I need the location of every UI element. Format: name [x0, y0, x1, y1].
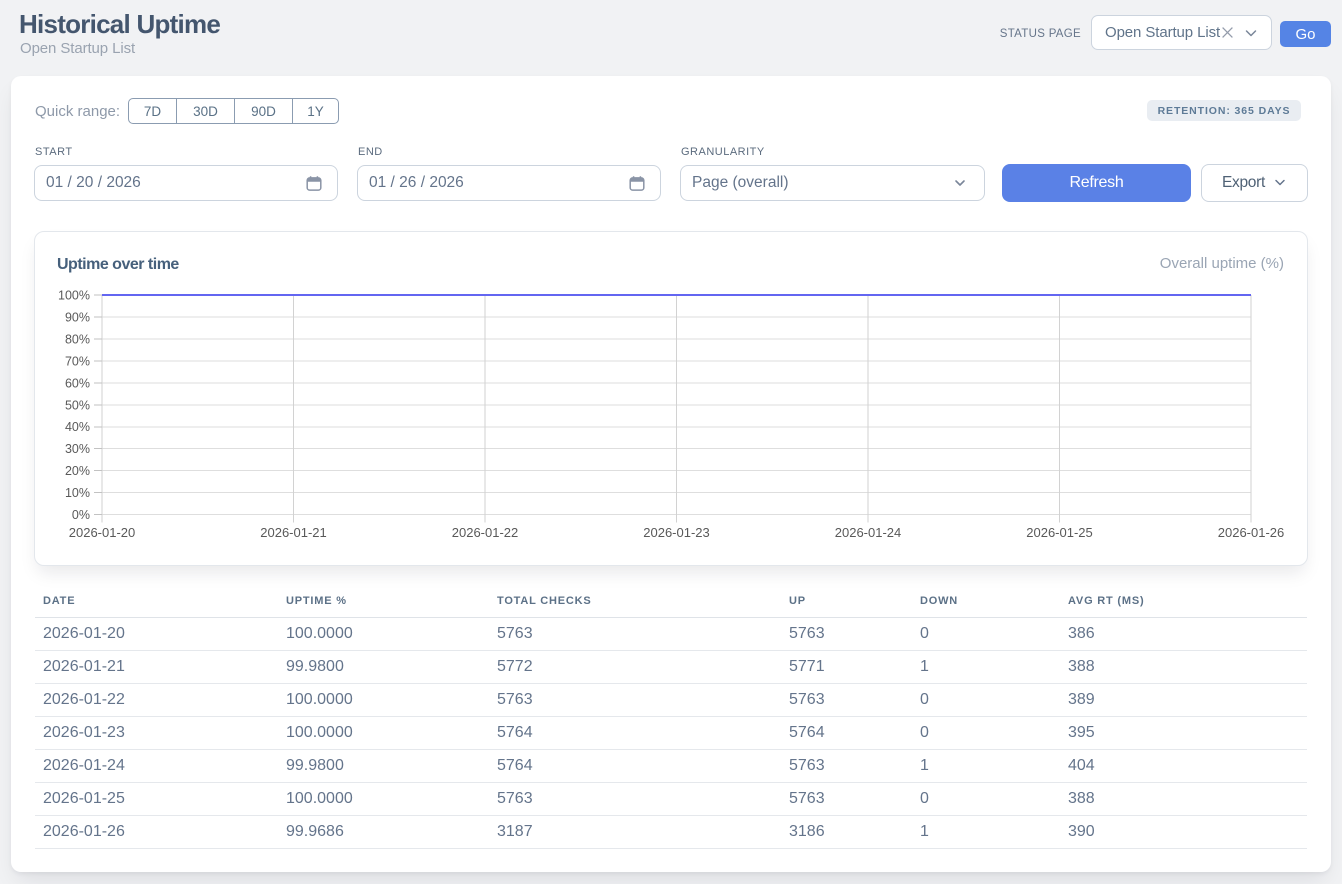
svg-text:60%: 60% — [65, 377, 90, 391]
svg-text:100%: 100% — [58, 289, 90, 303]
svg-text:20%: 20% — [65, 464, 90, 478]
svg-text:80%: 80% — [65, 333, 90, 347]
svg-text:50%: 50% — [65, 399, 90, 413]
svg-text:30%: 30% — [65, 442, 90, 456]
svg-text:2026-01-26: 2026-01-26 — [1218, 525, 1285, 540]
svg-text:2026-01-20: 2026-01-20 — [69, 525, 136, 540]
svg-text:0%: 0% — [72, 508, 90, 522]
svg-text:2026-01-23: 2026-01-23 — [643, 525, 710, 540]
svg-text:2026-01-22: 2026-01-22 — [452, 525, 519, 540]
svg-text:70%: 70% — [65, 355, 90, 369]
svg-text:2026-01-24: 2026-01-24 — [835, 525, 902, 540]
svg-text:10%: 10% — [65, 486, 90, 500]
svg-text:2026-01-25: 2026-01-25 — [1026, 525, 1093, 540]
svg-text:40%: 40% — [65, 420, 90, 434]
svg-text:90%: 90% — [65, 311, 90, 325]
svg-text:2026-01-21: 2026-01-21 — [260, 525, 327, 540]
